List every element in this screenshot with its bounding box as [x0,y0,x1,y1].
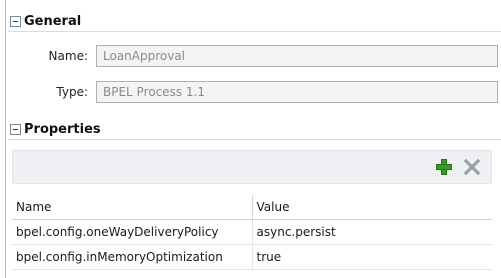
column-header-name[interactable]: Name [12,195,253,220]
property-value-cell[interactable]: true [252,244,492,270]
type-label: Type: [56,85,88,99]
property-name-cell[interactable]: bpel.config.inMemoryOptimization [12,244,253,270]
properties-table: Name Value bpel.config.oneWayDeliveryPol… [12,195,492,270]
name-label: Name: [48,49,88,63]
properties-section-title: Properties [24,122,101,137]
properties-toolbar [12,150,492,184]
name-field[interactable]: LoanApproval [96,45,498,67]
general-section-title: General [24,14,82,29]
properties-section-header[interactable]: Properties [8,120,501,140]
table-header-row: Name Value [12,195,492,220]
table-row[interactable]: bpel.config.oneWayDeliveryPolicy async.p… [12,219,492,245]
property-name-cell[interactable]: bpel.config.oneWayDeliveryPolicy [12,219,253,245]
table-row[interactable]: bpel.config.inMemoryOptimization true [12,244,492,270]
collapse-properties-icon[interactable] [10,124,21,135]
general-section-header[interactable]: General [8,12,501,32]
type-field-row: Type: BPEL Process 1.1 [8,78,501,106]
delete-icon[interactable] [463,158,481,176]
panel-left-edge [0,0,6,278]
collapse-general-icon[interactable] [10,16,21,27]
property-value-cell[interactable]: async.persist [252,219,492,245]
column-header-value[interactable]: Value [252,195,492,220]
type-field[interactable]: BPEL Process 1.1 [96,81,498,103]
name-field-row: Name: LoanApproval [8,42,501,70]
add-icon[interactable] [435,158,453,176]
